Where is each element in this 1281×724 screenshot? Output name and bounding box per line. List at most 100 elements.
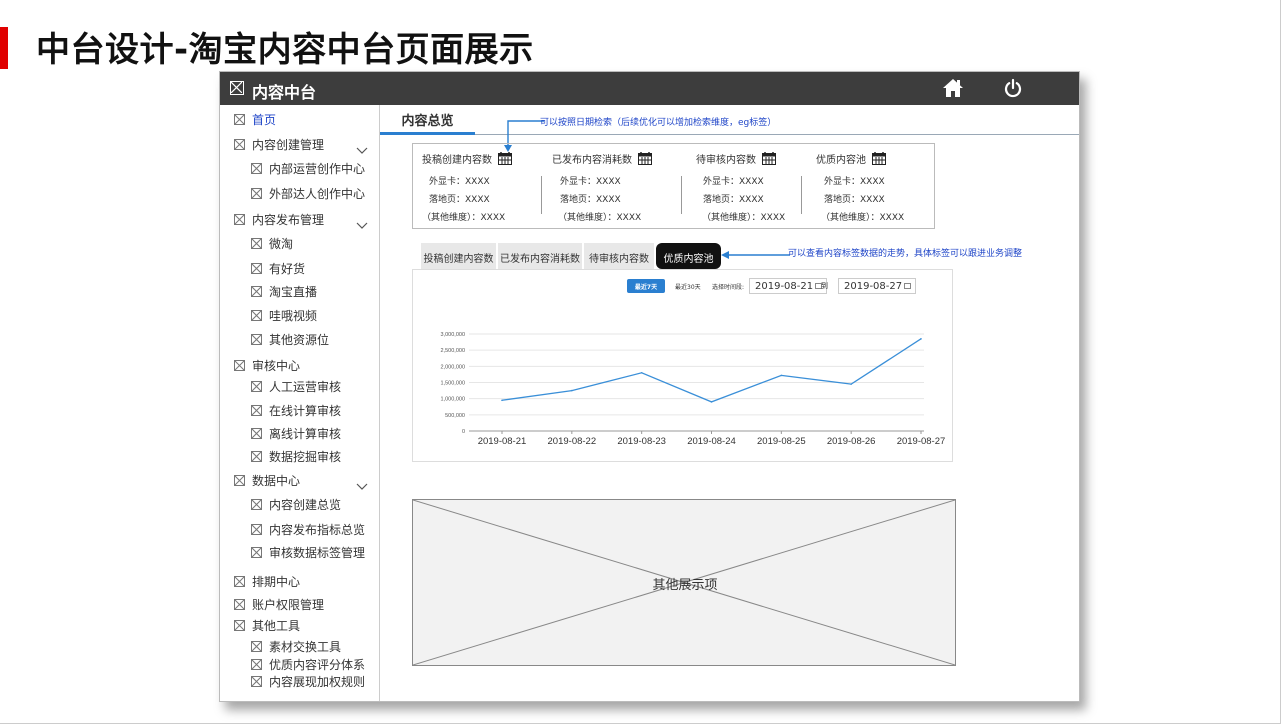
start-date-value: 2019-08-21 [755, 281, 814, 292]
stats-panel: 投稿创建内容数 外显卡：XXXX 落地页：XXXX （其他维度）：XXXX 已发… [412, 143, 935, 229]
stat-card: 待审核内容数 外显卡：XXXX 落地页：XXXX （其他维度）：XXXX [696, 144, 826, 228]
date-range-to: 到 [821, 282, 828, 290]
calendar-icon[interactable] [872, 152, 886, 165]
sidebar-item-label: 内部运营创作中心 [269, 162, 366, 176]
data-point[interactable] [920, 338, 922, 340]
placeholder-x-icon [251, 428, 262, 439]
sidebar-item[interactable]: 淘宝直播 [251, 283, 317, 300]
x-tick-label: 2019-08-22 [548, 436, 597, 447]
y-tick-label: 1,000,000 [441, 397, 465, 403]
sidebar-item[interactable]: 数据挖掘审核 [251, 448, 341, 465]
sidebar-item-label: 人工运营审核 [269, 380, 342, 394]
sidebar-item-label: 内容创建管理 [252, 138, 325, 152]
data-point[interactable] [780, 374, 783, 377]
sidebar-item[interactable]: 排期中心 [234, 573, 300, 590]
placeholder-x-icon [251, 641, 262, 652]
chart-tab[interactable]: 已发布内容消耗数 [498, 243, 582, 269]
placeholder-x-icon [251, 381, 262, 392]
sidebar-item-label: 排期中心 [252, 575, 301, 589]
sidebar-item[interactable]: 内容发布指标总览 [251, 521, 365, 538]
placeholder-x-icon [251, 451, 262, 462]
data-point[interactable] [640, 372, 643, 374]
chevron-down-icon[interactable] [356, 476, 368, 490]
sidebar-item[interactable]: 内容展现加权规则 [251, 673, 365, 690]
stat-card: 优质内容池 外显卡：XXXX 落地页：XXXX （其他维度）：XXXX [816, 144, 946, 228]
data-point[interactable] [501, 399, 503, 402]
data-point[interactable] [710, 401, 713, 403]
chart-tab[interactable]: 待审核内容数 [584, 243, 654, 269]
sidebar-item[interactable]: 其他资源位 [251, 331, 329, 348]
calendar-icon[interactable] [498, 152, 512, 165]
sidebar-item[interactable]: 其他工具 [234, 617, 300, 634]
stat-card: 已发布内容消耗数 外显卡：XXXX 落地页：XXXX （其他维度）：XXXX [552, 144, 682, 228]
y-tick-label: 500,000 [445, 413, 465, 419]
last-7-days-button[interactable]: 最近7天 [627, 279, 665, 293]
placeholder-label: 其他展示项 [652, 578, 718, 593]
annotation-tag-trend: 可以查看内容标签数据的走势，具体标签可以跟进业务调整 [788, 249, 1023, 259]
stat-line: 外显卡：XXXX [703, 177, 764, 187]
start-date-input[interactable]: 2019-08-21 [749, 278, 827, 294]
last-30-days-button[interactable]: 最近30天 [675, 279, 701, 293]
sidebar-item-label: 审核数据标签管理 [269, 546, 366, 560]
sidebar-item-label: 数据中心 [252, 474, 301, 488]
sidebar-item[interactable]: 审核中心 [234, 357, 300, 374]
placeholder-x-icon [234, 114, 245, 125]
slide-title: 中台设计-淘宝内容中台页面展示 [36, 30, 534, 70]
calendar-icon[interactable] [762, 152, 776, 165]
tab-content-overview[interactable]: 内容总览 [380, 105, 475, 135]
calendar-icon[interactable] [638, 152, 652, 165]
sidebar-item[interactable]: 内容创建总览 [251, 496, 341, 513]
app-name: 内容中台 [252, 83, 317, 102]
sidebar-item[interactable]: 离线计算审核 [251, 425, 341, 442]
sidebar-item[interactable]: 在线计算审核 [251, 402, 341, 419]
sidebar-item[interactable]: 账户权限管理 [234, 596, 324, 613]
stat-line: （其他维度）：XXXX [821, 213, 905, 223]
sidebar-item[interactable]: 有好货 [251, 260, 305, 277]
chart-tab-active[interactable]: 优质内容池 [656, 243, 721, 269]
sidebar-item-label: 审核中心 [252, 359, 301, 373]
sidebar-item-label: 哇哦视频 [269, 309, 318, 323]
stat-title: 已发布内容消耗数 [552, 155, 632, 166]
chevron-down-icon[interactable] [356, 215, 368, 229]
sidebar-item[interactable]: 数据中心 [234, 472, 300, 489]
placeholder-x-icon [251, 547, 262, 558]
top-bar: 内容中台 [220, 72, 1079, 105]
stat-divider [681, 176, 682, 214]
end-date-input[interactable]: 2019-08-27 [838, 278, 916, 294]
data-point[interactable] [571, 389, 573, 392]
sidebar-item[interactable]: 审核数据标签管理 [251, 544, 365, 561]
placeholder-x-icon [251, 676, 262, 687]
stat-line: 外显卡：XXXX [560, 177, 621, 187]
line-chart: 3,000,000 2,500,000 2,000,000 1,500,000 1,00… [441, 332, 946, 447]
sidebar-item[interactable]: 微淘 [251, 235, 293, 252]
placeholder-x-icon [234, 599, 245, 610]
x-tick-label: 2019-08-24 [687, 436, 736, 447]
sidebar-item[interactable]: 内部运营创作中心 [251, 160, 365, 177]
placeholder-x-icon [251, 263, 262, 274]
stat-line: （其他维度）：XXXX [702, 213, 786, 223]
sidebar-item[interactable]: 素材交换工具 [251, 638, 341, 655]
stat-title: 待审核内容数 [696, 155, 756, 166]
sidebar-item[interactable]: 人工运营审核 [251, 378, 341, 395]
sidebar-item[interactable]: 哇哦视频 [251, 307, 317, 324]
chevron-down-icon[interactable] [356, 140, 368, 154]
sidebar-item-label: 内容展现加权规则 [269, 675, 366, 689]
chart-tab[interactable]: 投稿创建内容数 [421, 243, 496, 269]
y-tick-label: 3,000,000 [441, 332, 465, 338]
sidebar-item-label: 其他资源位 [269, 333, 330, 347]
x-tick-label: 2019-08-25 [757, 436, 806, 447]
placeholder-x-icon [251, 310, 262, 321]
sidebar-item-label: 素材交换工具 [269, 640, 342, 654]
data-point[interactable] [850, 383, 852, 385]
calendar-icon [904, 283, 911, 289]
sidebar-item[interactable]: 外部达人创作中心 [251, 185, 365, 202]
power-icon[interactable] [1003, 78, 1023, 98]
sidebar-item-label: 账户权限管理 [252, 598, 325, 612]
y-tick-label: 2,500,000 [441, 348, 465, 354]
sidebar-item[interactable]: 优质内容评分体系 [251, 656, 365, 673]
home-icon[interactable] [942, 78, 964, 98]
sidebar-item[interactable]: 内容创建管理 [234, 136, 324, 153]
sidebar-item[interactable]: 内容发布管理 [234, 211, 324, 228]
sidebar-item[interactable]: 首页 [234, 111, 276, 128]
sidebar-item-label: 优质内容评分体系 [269, 658, 366, 672]
